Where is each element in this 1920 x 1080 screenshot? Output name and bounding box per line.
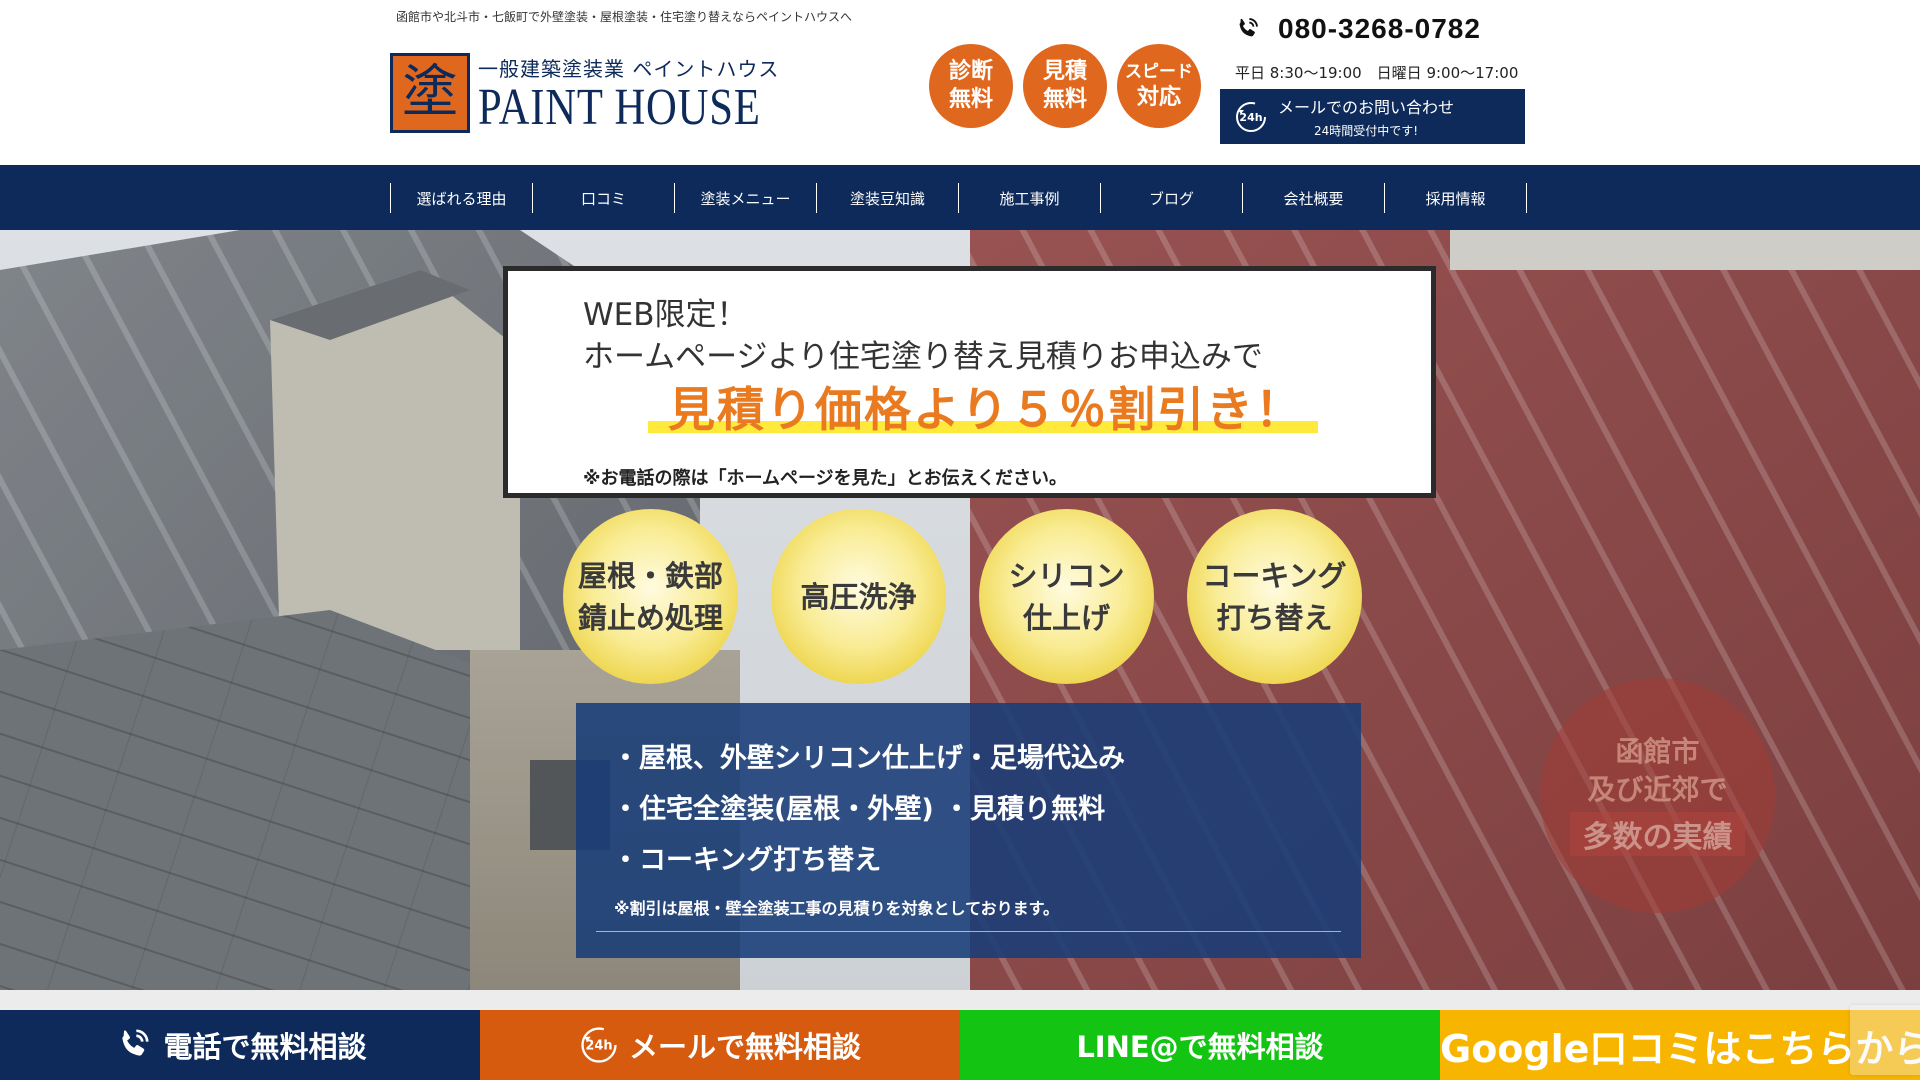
cta-google-reviews-button[interactable]: Google口コミはこちらから	[1440, 1010, 1920, 1080]
promo-discount-text: 見積り価格より５％割引き！	[668, 383, 1305, 438]
nav-item-company[interactable]: 会社概要	[1243, 183, 1385, 213]
circle-line: 仕上げ	[1022, 600, 1110, 635]
header-tagline: 函館市や北斗市・七飯町で外壁塗装・屋根塗装・住宅塗り替えならペイントハウスへ	[396, 10, 853, 24]
hero-banner: WEB限定！ ホームページより住宅塗り替え見積りお申込みで 見積り価格より５％割…	[0, 230, 1920, 990]
cta-google-label: Google口コミはこちらから	[1440, 1026, 1920, 1071]
phone-icon	[113, 1025, 153, 1065]
web-discount-panel: WEB限定！ ホームページより住宅塗り替え見積りお申込みで 見積り価格より５％割…	[503, 266, 1436, 498]
svg-text:24h: 24h	[585, 1039, 612, 1054]
circle-line: 打ち替え	[1216, 600, 1333, 635]
badge-free-diagnosis: 診断 無料	[929, 44, 1013, 128]
circle-caulking-replacement: コーキング 打ち替え	[1187, 509, 1362, 684]
badge-line: 対応	[1136, 85, 1181, 110]
cta-phone-button[interactable]: 電話で無料相談	[0, 1010, 480, 1080]
nav-item-blog[interactable]: ブログ	[1101, 183, 1243, 213]
bottom-cta-bar: 電話で無料相談 24h メールで無料相談 LINE@で無料相談 Google口コ…	[0, 1010, 1920, 1080]
site-logo[interactable]: 塗 一般建築塗装業 ペイントハウス PAINT HOUSE	[390, 53, 823, 133]
cta-line-button[interactable]: LINE@で無料相談	[960, 1010, 1440, 1080]
cta-line-label: LINE@で無料相談	[1076, 1030, 1324, 1064]
circle-line: 錆止め処理	[577, 600, 723, 635]
promo-subheading: ホームページより住宅塗り替え見積りお申込みで	[583, 339, 1263, 375]
circle-line: コーキング	[1202, 558, 1347, 593]
mail-inquiry-button[interactable]: 24h メールでのお問い合わせ 24時間受付中です!	[1220, 89, 1525, 144]
nav-item-reviews[interactable]: 口コミ	[533, 183, 675, 213]
nav-item-works[interactable]: 施工事例	[959, 183, 1101, 213]
logo-text: 一般建築塗装業 ペイントハウス PAINT HOUSE	[478, 53, 823, 134]
info-item: ・住宅全塗装(屋根・外壁) ・見積り無料	[612, 794, 1106, 825]
service-details-box: ・屋根、外壁シリコン仕上げ・足場代込み ・住宅全塗装(屋根・外壁) ・見積り無料…	[576, 703, 1361, 958]
circle-silicone-finish: シリコン 仕上げ	[979, 509, 1154, 684]
promo-heading: WEB限定！	[583, 297, 748, 333]
header-phone-link[interactable]: 080-3268-0782	[1220, 10, 1525, 48]
badge-line: スピード	[1125, 62, 1193, 82]
info-item: ・コーキング打ち替え	[612, 845, 882, 876]
svg-text:24h: 24h	[1239, 111, 1262, 124]
feature-badges: 診断 無料 見積 無料 スピード 対応	[929, 44, 1201, 128]
global-nav: 選ばれる理由 口コミ 塗装メニュー 塗装豆知識 施工事例 ブログ 会社概要 採用…	[0, 165, 1920, 230]
seal-line: 函館市	[1615, 735, 1700, 768]
mail-button-text: メールでのお問い合わせ 24時間受付中です!	[1278, 94, 1454, 139]
badge-line: 無料	[1042, 87, 1087, 112]
badge-line: 無料	[948, 87, 993, 112]
seal-line: 及び近郊で	[1587, 773, 1728, 806]
business-hours: 平日 8:30〜19:00 日曜日 9:00〜17:00	[1235, 64, 1519, 82]
section-gap	[0, 990, 1920, 1010]
service-circles: 屋根・鉄部錆止め処理 高圧洗浄 シリコン仕上げ コーキング打ち替え	[563, 509, 1362, 684]
cta-phone-label: 電話で無料相談	[163, 1030, 367, 1064]
clock-24h-icon: 24h	[579, 1025, 619, 1065]
nav-item-reasons[interactable]: 選ばれる理由	[391, 183, 533, 213]
info-divider	[596, 931, 1341, 932]
info-note: ※割引は屋根・壁全塗装工事の見積りを対象としております。	[614, 899, 1059, 918]
logo-subtitle: 一般建築塗装業 ペイントハウス	[478, 56, 780, 81]
badge-line: 見積	[1042, 59, 1087, 84]
mail-button-label: メールでのお問い合わせ	[1278, 98, 1455, 117]
badge-line: 診断	[948, 59, 993, 84]
nav-item-recruit[interactable]: 採用情報	[1385, 183, 1527, 213]
nav-item-painting-tips[interactable]: 塗装豆知識	[817, 183, 959, 213]
clock-24h-icon: 24h	[1234, 100, 1268, 134]
circle-rust-treatment: 屋根・鉄部錆止め処理	[563, 509, 738, 684]
circle-line: シリコン	[1008, 558, 1125, 593]
header-contact: 080-3268-0782 平日 8:30〜19:00 日曜日 9:00〜17:…	[1220, 10, 1525, 144]
info-item: ・屋根、外壁シリコン仕上げ・足場代込み	[612, 743, 1125, 774]
cta-mail-label: メールで無料相談	[628, 1030, 861, 1064]
circle-pressure-washing: 高圧洗浄	[771, 509, 946, 684]
mail-button-sub: 24時間受付中です!	[1313, 124, 1419, 138]
promo-note: ※お電話の際は「ホームページを見た」とお伝えください。	[583, 468, 1068, 489]
phone-icon	[1232, 14, 1262, 44]
header-phone-number: 080-3268-0782	[1278, 13, 1481, 44]
nav-item-painting-menu[interactable]: 塗装メニュー	[675, 183, 817, 213]
circle-line: 高圧洗浄	[800, 579, 917, 614]
logo-title: PAINT HOUSE	[478, 78, 761, 136]
track-record-seal: 函館市 及び近郊で 多数の実績	[1540, 678, 1775, 913]
recaptcha-badge[interactable]	[1850, 1005, 1920, 1075]
site-header: 函館市や北斗市・七飯町で外壁塗装・屋根塗装・住宅塗り替えならペイントハウスへ 塗…	[0, 0, 1920, 165]
circle-line: 屋根・鉄部	[577, 558, 723, 593]
cta-mail-button[interactable]: 24h メールで無料相談	[480, 1010, 960, 1080]
seal-line: 多数の実績	[1570, 812, 1745, 856]
logo-mark: 塗	[390, 53, 470, 133]
nav-menu: 選ばれる理由 口コミ 塗装メニュー 塗装豆知識 施工事例 ブログ 会社概要 採用…	[390, 183, 1527, 213]
badge-speedy-response: スピード 対応	[1117, 44, 1201, 128]
badge-free-estimate: 見積 無料	[1023, 44, 1107, 128]
